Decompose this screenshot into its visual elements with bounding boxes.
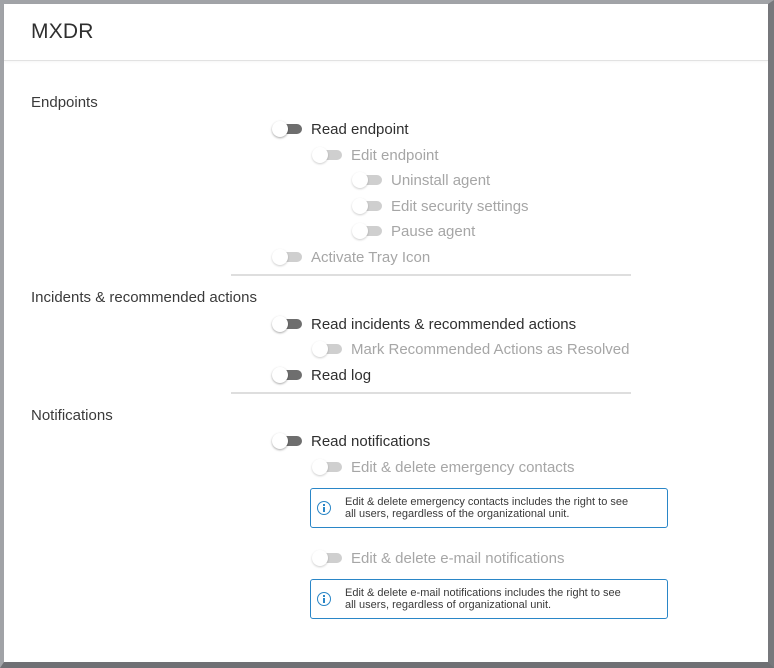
toggle-switch[interactable]	[272, 367, 302, 383]
info-note-email-notifications: Edit & delete e-mail notifications inclu…	[310, 579, 668, 619]
permission-label: Read endpoint	[311, 120, 409, 138]
section-label-incidents: Incidents & recommended actions	[31, 289, 257, 306]
permission-activate-tray-icon: Activate Tray Icon	[272, 247, 430, 267]
permission-edit-email-notifications: Edit & delete e-mail notifications	[312, 548, 564, 568]
section-label-endpoints: Endpoints	[31, 94, 98, 111]
toggle-switch	[352, 223, 382, 239]
permission-label: Mark Recommended Actions as Resolved	[351, 340, 630, 358]
permission-label: Uninstall agent	[391, 171, 491, 189]
permission-read-notifications[interactable]: Read notifications	[272, 431, 430, 451]
info-icon	[317, 592, 331, 606]
toggle-switch	[352, 198, 382, 214]
toggle-switch[interactable]	[272, 433, 302, 449]
permission-read-incidents[interactable]: Read incidents & recommended actions	[272, 314, 576, 334]
info-text-line: all users, regardless of the organizatio…	[345, 508, 570, 520]
permission-label: Edit & delete e-mail notifications	[351, 549, 565, 567]
info-icon	[317, 501, 331, 515]
section-label-notifications: Notifications	[31, 407, 113, 424]
permission-edit-endpoint: Edit endpoint	[312, 145, 439, 165]
permission-label: Read notifications	[311, 432, 431, 450]
info-text-line: Edit & delete e-mail notifications inclu…	[345, 587, 621, 599]
permission-label: Activate Tray Icon	[311, 248, 431, 266]
panel-title: MXDR	[31, 20, 94, 43]
info-text-line: all users, regardless of organizational …	[345, 599, 552, 611]
toggle-switch[interactable]	[272, 316, 302, 332]
permission-label: Pause agent	[391, 222, 476, 240]
toggle-switch	[272, 249, 302, 265]
permission-pause-agent: Pause agent	[352, 221, 475, 241]
section-divider	[231, 392, 631, 394]
toggle-switch	[312, 550, 342, 566]
permission-label: Read log	[311, 366, 372, 384]
section-divider	[231, 274, 631, 276]
toggle-switch	[312, 147, 342, 163]
permission-mark-resolved: Mark Recommended Actions as Resolved	[312, 339, 629, 359]
permission-read-endpoint[interactable]: Read endpoint	[272, 119, 409, 139]
panel-header: MXDR	[4, 4, 768, 61]
toggle-switch[interactable]	[272, 121, 302, 137]
permission-edit-security-settings: Edit security settings	[352, 196, 529, 216]
toggle-switch	[352, 172, 382, 188]
mxdr-permissions-panel: MXDR Endpoints Read endpoint Edit endpoi…	[0, 0, 774, 668]
permission-uninstall-agent: Uninstall agent	[352, 170, 490, 190]
permission-label: Read incidents & recommended actions	[311, 315, 577, 333]
info-note-emergency-contacts: Edit & delete emergency contacts include…	[310, 488, 668, 528]
permission-read-log[interactable]: Read log	[272, 365, 371, 385]
permission-label: Edit & delete emergency contacts	[351, 458, 575, 476]
info-text-line: Edit & delete emergency contacts include…	[345, 496, 629, 508]
permission-edit-emergency-contacts: Edit & delete emergency contacts	[312, 457, 574, 477]
permission-label: Edit security settings	[391, 197, 529, 215]
toggle-switch	[312, 341, 342, 357]
permission-label: Edit endpoint	[351, 146, 439, 164]
toggle-switch	[312, 459, 342, 475]
